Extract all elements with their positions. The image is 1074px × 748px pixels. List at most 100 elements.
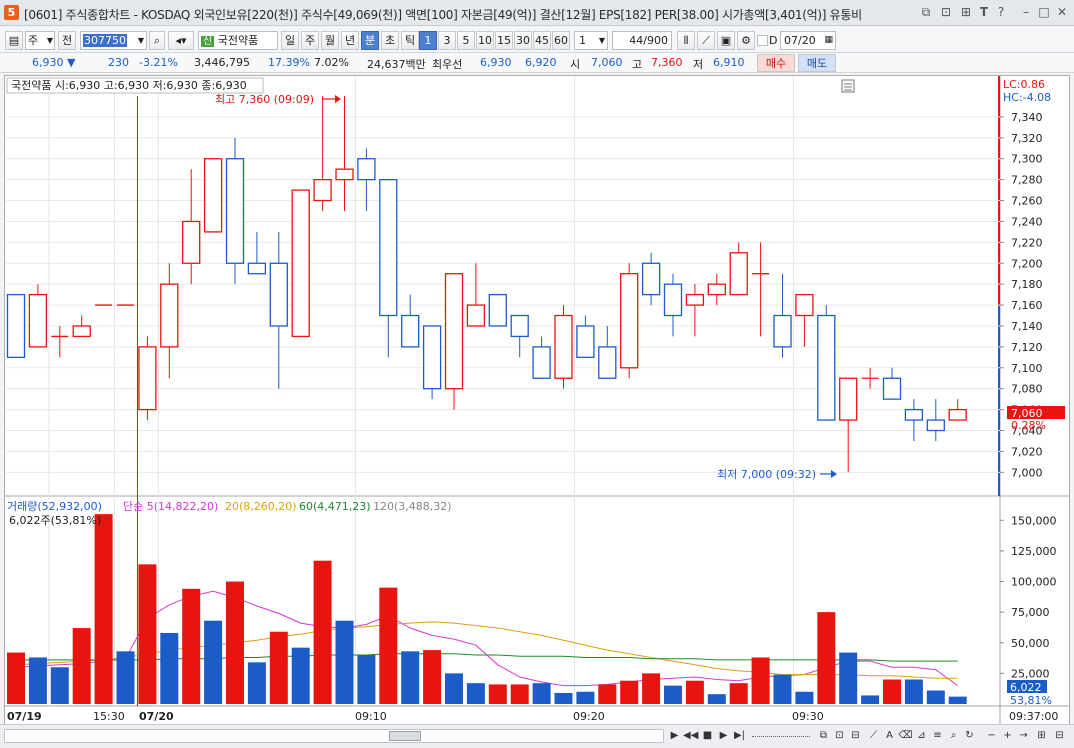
volume-bar [904,679,923,704]
ruler-icon[interactable]: ⊿ [914,728,929,743]
volume-bar [313,560,332,704]
volume-bar [182,588,201,704]
candle-body [138,346,157,411]
candle-style-icon[interactable]: ⫴ [677,31,695,50]
candle-body [773,314,792,348]
draw-icon[interactable]: ⟋ [866,728,881,743]
period-second[interactable]: 초 [381,31,399,50]
chart-area[interactable]: 7,0007,0207,0407,0607,0807,1007,1207,140… [4,75,1070,725]
sell-button[interactable]: 매도 [798,54,836,72]
volume-ma-line [15,621,958,679]
scroll-thumb[interactable] [389,731,421,741]
interval-1[interactable]: 1 [419,31,437,50]
period-year[interactable]: 년 [341,31,359,50]
zoom-slider[interactable] [752,736,810,737]
layout-icon[interactable]: ⊟ [848,728,863,743]
volume-tick-label: 150,000 [1011,514,1057,527]
buy-button[interactable]: 매수 [757,54,795,72]
period-minute[interactable]: 분 [361,31,379,50]
magnifier-icon[interactable]: ⌕ [946,728,961,743]
trade-amount: 24,637백만 [367,58,426,71]
text-tool-icon[interactable]: A [882,728,897,743]
time-label-current: 09:37:00 [1009,710,1058,723]
d-checkbox[interactable] [757,35,768,46]
scroll-first-icon[interactable]: ▶ [667,728,682,743]
scroll-track[interactable] [4,729,664,743]
period-day[interactable]: 일 [281,31,299,50]
price-tick-label: 7,100 [1011,362,1043,375]
period-tick[interactable]: 틱 [401,31,419,50]
volume-bar [204,620,223,704]
minimize-icon[interactable]: – [1018,4,1034,20]
app-icon[interactable]: 5 [4,5,19,20]
volume-bar [466,683,485,704]
volume-tick-label: 25,000 [1011,667,1050,680]
current-volume-tag-text: 6,022 [1010,681,1042,694]
period-week[interactable]: 주 [301,31,319,50]
grid-icon[interactable]: ⊞ [1034,728,1049,743]
volume-tick-label: 125,000 [1011,545,1057,558]
interval-10[interactable]: 10 [476,31,494,50]
interval-select[interactable]: 1 ▼ [574,31,608,50]
period-month[interactable]: 월 [321,31,339,50]
interval-5[interactable]: 5 [457,31,475,50]
stock-name-field[interactable]: 신 국전약품 [198,31,278,50]
interval-3[interactable]: 3 [438,31,456,50]
tile-icon[interactable]: ⊡ [832,728,847,743]
refresh-icon[interactable]: ↻ [962,728,977,743]
interval-60[interactable]: 60 [552,31,570,50]
volume-bar [773,674,792,704]
interval-45[interactable]: 45 [533,31,551,50]
restore-icon[interactable]: ⧉ [918,4,934,20]
sound-icon[interactable]: ◂▾ [168,31,194,50]
prev-button[interactable]: 전 [58,31,76,50]
scroll-prev-icon[interactable]: ◀◀ [683,728,698,743]
scroll-last-icon[interactable]: ▶| [732,728,747,743]
volume-bar [817,612,836,704]
candle-body [510,314,529,338]
eraser-icon[interactable]: ⌫ [898,728,913,743]
fibonacci-icon[interactable]: ≡ [930,728,945,743]
candle-body [225,158,245,264]
candle-body [247,262,267,275]
save-icon[interactable]: ▣ [717,31,735,50]
interval-30[interactable]: 30 [514,31,532,50]
reset-icon[interactable]: ⊟ [1052,728,1067,743]
lc-value: LC:0.86 [1003,78,1045,91]
low-label: 저 [693,58,704,71]
zoom-out-icon[interactable]: − [984,728,999,743]
volume-bar [94,514,113,704]
shares-label: 6,022주(53,81%) [9,514,101,527]
chart-svg[interactable]: 7,0007,0207,0407,0607,0807,1007,1207,140… [5,76,1069,724]
bottom-bar: ▶ ◀◀ ■ ▶ ▶| ⧉ ⊡ ⊟ ⟋ A ⌫ ⊿ ≡ ⌕ ↻ − + → ⊞ … [0,724,1074,748]
lock-icon[interactable]: ⊞ [958,4,974,20]
candle-body [641,262,661,296]
settings-icon[interactable]: ⚙ [737,31,755,50]
date-field[interactable]: 07/20 ▦ [780,31,836,50]
volume-bar [226,581,244,704]
stop-icon[interactable]: ■ [700,728,715,743]
volume-bar [160,632,179,704]
arrow-right-icon[interactable]: → [1016,728,1031,743]
search-icon[interactable]: ⌕ [149,31,165,50]
scroll-next-icon[interactable]: ▶ [716,728,731,743]
link-icon[interactable]: ⊡ [938,4,954,20]
text-icon[interactable]: T [976,4,992,20]
zoom-in-icon[interactable]: + [1000,728,1015,743]
volume-bar [839,652,858,704]
candle-body [28,293,48,348]
price-tick-label: 7,020 [1011,445,1043,458]
toolbar: ▤ 주 ▼ 전 307750 ▼ ⌕ ◂▾ 신 국전약품 일 주 월 년 분 초 틱… [0,27,1074,53]
maximize-icon[interactable]: □ [1036,4,1052,20]
period-select[interactable]: 주 ▼ [25,31,55,50]
code-input[interactable]: 307750 ▼ [80,31,147,50]
volume-bar [401,651,420,704]
count-field[interactable]: 44/900 [612,31,672,50]
zoom-icon[interactable]: ⧉ [816,728,831,743]
line-tool-icon[interactable]: ⟋ [697,31,715,50]
chart-menu-icon[interactable]: ▤ [5,31,23,50]
help-icon[interactable]: ? [993,4,1009,20]
close-icon[interactable]: ✕ [1054,4,1070,20]
volume-bar [554,692,573,704]
interval-15[interactable]: 15 [495,31,513,50]
